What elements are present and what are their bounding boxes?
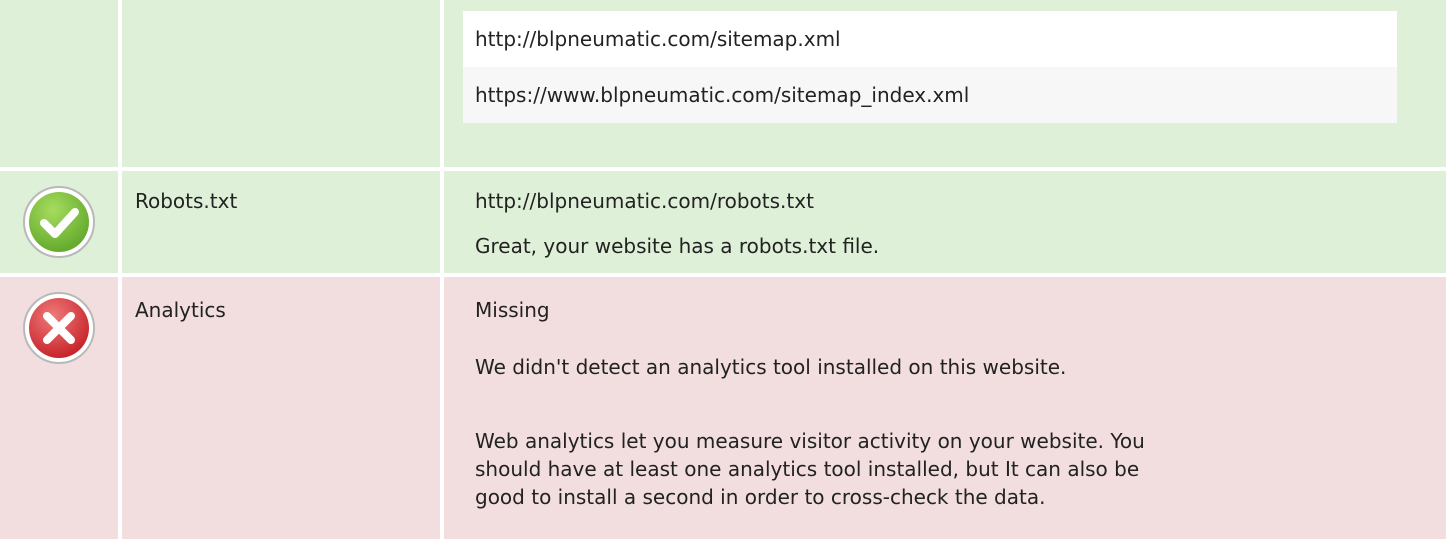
sitemap-list-item[interactable]: https://www.blpneumatic.com/sitemap_inde…: [463, 67, 1397, 123]
robots-message: Great, your website has a robots.txt fil…: [475, 234, 880, 258]
analytics-description-line: should have at least one analytics tool …: [475, 457, 1140, 481]
analytics-value: Missing: [475, 298, 550, 322]
analytics-label: Analytics: [135, 298, 226, 322]
sitemap-label-cell: [122, 0, 440, 167]
sitemap-list: http://blpneumatic.com/sitemap.xml https…: [463, 11, 1397, 123]
robots-label: Robots.txt: [135, 189, 238, 213]
analytics-description: Web analytics let you measure visitor ac…: [475, 427, 1415, 511]
seo-report: http://blpneumatic.com/sitemap.xml https…: [0, 0, 1446, 539]
analytics-message: We didn't detect an analytics tool insta…: [475, 355, 1067, 379]
robots-url[interactable]: http://blpneumatic.com/robots.txt: [475, 189, 814, 213]
robots-label-cell: [122, 171, 440, 273]
x-circle-icon: [23, 292, 95, 364]
check-circle-icon: [23, 186, 95, 258]
analytics-description-line: good to install a second in order to cro…: [475, 485, 1046, 509]
analytics-description-line: Web analytics let you measure visitor ac…: [475, 429, 1145, 453]
sitemap-list-item[interactable]: http://blpneumatic.com/sitemap.xml: [463, 11, 1397, 67]
sitemap-icon-cell: [0, 0, 118, 167]
